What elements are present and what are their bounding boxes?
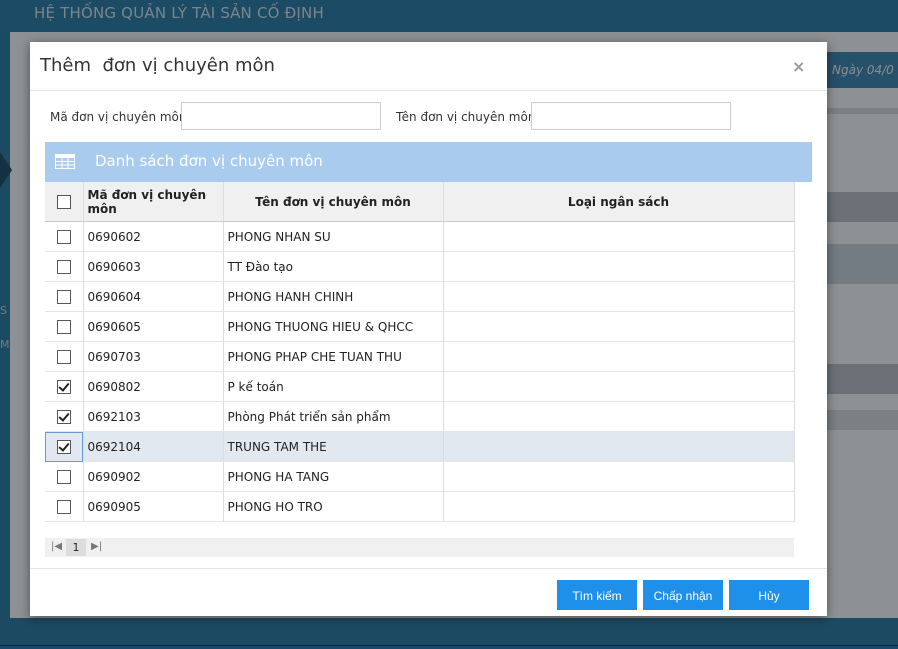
- row-checkbox[interactable]: [56, 289, 71, 304]
- cell-code: 0690703: [83, 341, 224, 372]
- cell-budget-type: [443, 281, 795, 312]
- row-checkbox-cell: [45, 281, 84, 312]
- row-checkbox[interactable]: [56, 229, 71, 244]
- row-checkbox[interactable]: [56, 319, 71, 334]
- cell-code: 0690802: [83, 371, 224, 402]
- code-search-input[interactable]: [181, 102, 381, 130]
- row-checkbox-cell: [45, 311, 84, 342]
- column-header-budget-type[interactable]: Loại ngân sách: [443, 182, 795, 222]
- cell-name: PHONG HA TANG: [223, 461, 444, 492]
- row-checkbox-cell: [45, 491, 84, 522]
- cell-budget-type: [443, 251, 795, 282]
- code-field-label: Mã đơn vị chuyên môn: [50, 110, 187, 124]
- cell-code: 0692104: [83, 431, 224, 462]
- row-checkbox[interactable]: [56, 259, 71, 274]
- table-row[interactable]: 0690902 PHONG HA TANG: [45, 461, 795, 492]
- cell-code: 0690602: [83, 221, 224, 252]
- column-header-code[interactable]: Mã đơn vị chuyên môn: [83, 182, 224, 222]
- table-row[interactable]: 0690605 PHONG THUONG HIEU & QHCC: [45, 311, 795, 342]
- row-checkbox[interactable]: [56, 499, 71, 514]
- cell-name: PHONG HO TRO: [223, 491, 444, 522]
- select-all-cell: [45, 182, 84, 222]
- cell-budget-type: [443, 311, 795, 342]
- row-checkbox-cell: [45, 251, 84, 282]
- cell-code: 0690604: [83, 281, 224, 312]
- add-department-dialog: Thêm đơn vị chuyên môn × Mã đơn vị chuyê…: [30, 42, 827, 616]
- close-icon[interactable]: ×: [792, 57, 805, 76]
- dialog-header: Thêm đơn vị chuyên môn ×: [30, 42, 827, 91]
- list-section-title: Danh sách đơn vị chuyên môn: [95, 152, 323, 170]
- last-page-icon[interactable]: ▶|: [91, 541, 102, 552]
- cell-name: TT Đào tạo: [223, 251, 444, 282]
- cell-budget-type: [443, 341, 795, 372]
- table-row[interactable]: 0690604 PHONG HANH CHINH: [45, 281, 795, 312]
- table-row[interactable]: 0690905 PHONG HO TRO: [45, 491, 795, 522]
- table-grid-icon: [55, 154, 75, 169]
- row-checkbox-cell: [45, 221, 84, 252]
- cell-code: 0692103: [83, 401, 224, 432]
- row-checkbox-cell: [45, 461, 84, 492]
- row-checkbox[interactable]: [56, 349, 71, 364]
- grid-header-row: Mã đơn vị chuyên môn Tên đơn vị chuyên m…: [45, 182, 795, 222]
- cell-budget-type: [443, 221, 795, 252]
- cell-code: 0690605: [83, 311, 224, 342]
- table-row[interactable]: 0690603 TT Đào tạo: [45, 251, 795, 282]
- cell-name: PHONG PHAP CHE TUAN THU: [223, 341, 444, 372]
- cell-name: P kế toán: [223, 371, 444, 402]
- cell-name: PHONG NHAN SU: [223, 221, 444, 252]
- cell-budget-type: [443, 371, 795, 402]
- cell-budget-type: [443, 401, 795, 432]
- column-header-name[interactable]: Tên đơn vị chuyên môn: [223, 182, 444, 222]
- cancel-button[interactable]: Hủy: [729, 580, 809, 610]
- row-checkbox-cell: [45, 401, 84, 432]
- cell-code: 0690905: [83, 491, 224, 522]
- search-form: Mã đơn vị chuyên môn Tên đơn vị chuyên m…: [30, 100, 827, 134]
- list-section-header: Danh sách đơn vị chuyên môn: [45, 142, 812, 182]
- department-grid: Mã đơn vị chuyên môn Tên đơn vị chuyên m…: [45, 182, 795, 522]
- first-page-icon[interactable]: |◀: [51, 541, 62, 552]
- row-checkbox[interactable]: [56, 409, 71, 424]
- table-row[interactable]: 0690703 PHONG PHAP CHE TUAN THU: [45, 341, 795, 372]
- bottom-divider: [0, 645, 898, 646]
- row-checkbox[interactable]: [56, 469, 71, 484]
- grid-body: 0690602 PHONG NHAN SU 0690603 TT Đào tạo 069…: [45, 221, 795, 522]
- table-row[interactable]: 0692104 TRUNG TAM THE: [45, 431, 795, 462]
- table-row[interactable]: 0692103 Phòng Phát triển sản phẩm: [45, 401, 795, 432]
- row-checkbox-cell: [45, 431, 84, 462]
- dialog-title: Thêm đơn vị chuyên môn: [40, 55, 275, 76]
- cell-budget-type: [443, 431, 795, 462]
- row-checkbox-cell: [45, 371, 84, 402]
- cell-name: PHONG THUONG HIEU & QHCC: [223, 311, 444, 342]
- name-field-label: Tên đơn vị chuyên môn: [396, 110, 536, 124]
- search-button[interactable]: Tìm kiếm: [557, 580, 637, 610]
- cell-code: 0690603: [83, 251, 224, 282]
- accept-button[interactable]: Chấp nhận: [643, 580, 723, 610]
- select-all-checkbox[interactable]: [56, 194, 71, 209]
- table-row[interactable]: 0690802 P kế toán: [45, 371, 795, 402]
- table-row[interactable]: 0690602 PHONG NHAN SU: [45, 221, 795, 252]
- cell-budget-type: [443, 461, 795, 492]
- dialog-footer: Tìm kiếm Chấp nhận Hủy: [30, 568, 827, 617]
- grid-pager: |◀ 1 ▶|: [45, 538, 794, 557]
- cell-name: Phòng Phát triển sản phẩm: [223, 401, 444, 432]
- cell-code: 0690902: [83, 461, 224, 492]
- name-search-input[interactable]: [531, 102, 731, 130]
- cell-name: PHONG HANH CHINH: [223, 281, 444, 312]
- cell-budget-type: [443, 491, 795, 522]
- row-checkbox[interactable]: [56, 439, 71, 454]
- row-checkbox[interactable]: [56, 379, 71, 394]
- row-checkbox-cell: [45, 341, 84, 372]
- cell-name: TRUNG TAM THE: [223, 431, 444, 462]
- page-number-button[interactable]: 1: [66, 539, 86, 556]
